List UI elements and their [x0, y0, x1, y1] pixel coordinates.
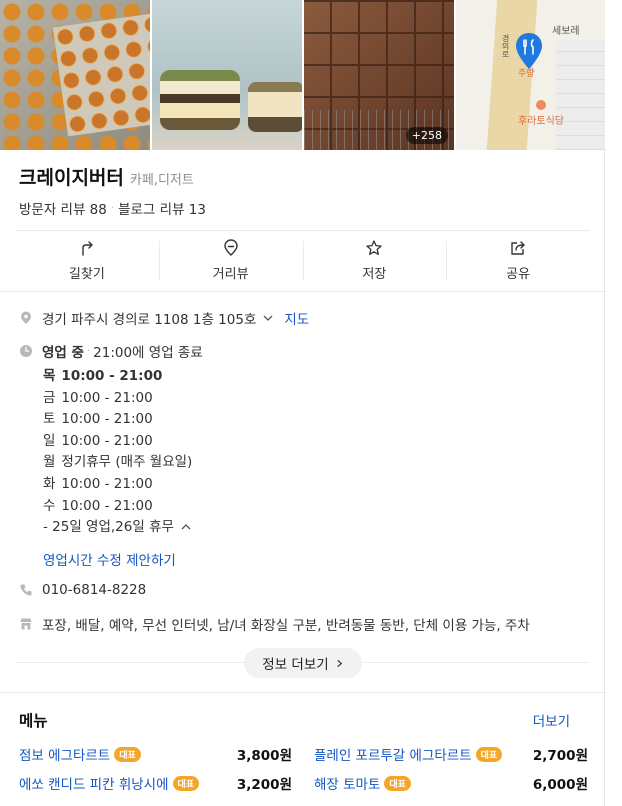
- hours-line: 수 10:00 - 21:00: [43, 496, 192, 518]
- address-text: 경기 파주시 경의로 1108 1층 105호: [42, 312, 257, 328]
- hours-day: 금: [43, 389, 56, 406]
- signature-badge: 대표: [172, 775, 200, 791]
- section-divider: [0, 692, 605, 693]
- blog-reviews-link[interactable]: 블로그 리뷰 13: [118, 198, 206, 218]
- menu-item-price: 6,000원: [532, 777, 588, 793]
- menu-item[interactable]: 에쏘 캔디드 피칸 휘낭시에 대표: [19, 773, 200, 793]
- phone-icon: [20, 584, 32, 596]
- hours-line: 월 정기휴무 (매주 월요일): [43, 452, 192, 474]
- amenities-row: 포장, 배달, 예약, 무선 인터넷, 남/녀 화장실 구분, 반려동물 동반,…: [19, 614, 530, 634]
- hours-time: 정기휴무 (매주 월요일): [61, 454, 193, 471]
- action-label: 공유: [506, 267, 531, 282]
- more-info-button[interactable]: 정보 더보기: [244, 648, 362, 678]
- save-button[interactable]: 저장: [302, 231, 447, 290]
- hours-note[interactable]: - 25일 영업,26일 휴무: [43, 517, 192, 539]
- menu-more-link[interactable]: 더보기: [533, 710, 570, 730]
- menu-item[interactable]: 플레인 포르투갈 에그타르트 대표: [314, 744, 503, 764]
- hours-time: 10:00 - 21:00: [61, 389, 153, 406]
- hours-day: 화: [43, 475, 56, 492]
- hours-list: 목 10:00 - 21:00 금 10:00 - 21:00 토 10:00 - 2…: [43, 366, 192, 539]
- hours-time: 10:00 - 21:00: [61, 432, 153, 449]
- place-name: 크레이지버터: [19, 167, 124, 189]
- star-icon: [366, 240, 383, 255]
- place-panel: +258 세보레 주량 후라토식당 경의로 크레이지버터 카페,디저트 방문자 …: [0, 0, 605, 806]
- menu-item-name: 플레인 포르투갈 에그타르트: [314, 748, 472, 764]
- phone-number: 010-6814-8228: [42, 582, 147, 598]
- place-category: 카페,디저트: [129, 173, 194, 188]
- separator-dot: ·: [86, 345, 91, 357]
- restaurant-marker-icon: [536, 100, 546, 110]
- open-status: 영업 중: [42, 345, 84, 361]
- map-label: 세보레: [552, 26, 580, 37]
- signature-badge: 대표: [384, 775, 411, 791]
- chevron-down-icon[interactable]: [261, 312, 275, 324]
- hours-line: 목 10:00 - 21:00: [43, 366, 192, 388]
- close-info: 21:00에 영업 종료: [93, 345, 203, 361]
- title-row: 크레이지버터 카페,디저트: [19, 163, 194, 190]
- phone-row[interactable]: 010-6814-8228: [19, 582, 146, 598]
- menu-item[interactable]: 점보 에그타르트 대표: [19, 744, 141, 764]
- hours-line: 금 10:00 - 21:00: [43, 388, 192, 410]
- visitor-reviews-link[interactable]: 방문자 리뷰 88: [19, 198, 107, 218]
- amenities-text: 포장, 배달, 예약, 무선 인터넷, 남/녀 화장실 구분, 반려동물 동반,…: [42, 618, 530, 634]
- section-divider: [0, 291, 605, 292]
- directions-button[interactable]: 길찾기: [15, 231, 159, 290]
- map-label: 후라토식당: [518, 116, 564, 127]
- hours-day: 토: [43, 411, 56, 428]
- street-view-icon: [223, 239, 238, 256]
- hours-time: 10:00 - 21:00: [61, 497, 153, 514]
- menu-title: 메뉴: [19, 712, 48, 730]
- separator-dot: ·: [110, 202, 115, 214]
- map-pin-icon: [516, 33, 542, 69]
- section-divider: [362, 662, 590, 663]
- mini-map[interactable]: 세보레 주량 후라토식당 경의로: [456, 0, 605, 150]
- chevron-right-icon: [337, 659, 342, 667]
- menu-item-price: 3,200원: [236, 777, 292, 793]
- hours-time: 10:00 - 21:00: [61, 475, 153, 492]
- action-label: 저장: [362, 267, 387, 282]
- action-bar: 길찾기 거리뷰 저장 공유: [15, 230, 590, 290]
- menu-item-name: 해장 토마토: [314, 777, 381, 793]
- photo-brownies[interactable]: +258: [304, 0, 454, 150]
- hours-line: 토 10:00 - 21:00: [43, 409, 192, 431]
- store-icon: [20, 618, 32, 630]
- signature-badge: 대표: [114, 746, 141, 762]
- hours-line: 화 10:00 - 21:00: [43, 474, 192, 496]
- section-divider: [15, 662, 244, 663]
- street-view-button[interactable]: 거리뷰: [158, 231, 303, 290]
- hours-day: 수: [43, 497, 56, 514]
- hours-day: 일: [43, 432, 56, 449]
- edit-hours-link[interactable]: 영업시간 수정 제안하기: [43, 549, 176, 569]
- map-link[interactable]: 지도: [284, 308, 309, 328]
- more-info-label: 정보 더보기: [262, 657, 329, 673]
- hours-time: 10:00 - 21:00: [61, 411, 153, 428]
- action-label: 길찾기: [68, 267, 105, 282]
- menu-item[interactable]: 해장 토마토 대표: [314, 773, 411, 793]
- location-pin-icon: [21, 311, 31, 324]
- hours-status-row[interactable]: 영업 중 · 21:00에 영업 종료: [19, 341, 203, 361]
- hours-line: 일 10:00 - 21:00: [43, 431, 192, 453]
- photo-count-badge: +258: [405, 127, 448, 144]
- action-label: 거리뷰: [212, 267, 249, 282]
- menu-item-name: 점보 에그타르트: [19, 748, 111, 764]
- hours-time: 10:00 - 21:00: [61, 368, 163, 384]
- hours-day: 월: [43, 454, 56, 471]
- photo-cakes[interactable]: [152, 0, 302, 150]
- photo-strip: +258 세보레 주량 후라토식당 경의로: [0, 0, 605, 150]
- directions-icon: [82, 241, 93, 256]
- map-label: 경의로: [501, 34, 510, 58]
- address-row: 경기 파주시 경의로 1108 1층 105호 지도: [19, 308, 309, 328]
- share-button[interactable]: 공유: [446, 231, 590, 290]
- hours-note-text: - 25일 영업,26일 휴무: [43, 519, 174, 536]
- review-summary: 방문자 리뷰 88 · 블로그 리뷰 13: [19, 198, 206, 218]
- chevron-up-icon[interactable]: [180, 521, 192, 533]
- menu-item-name: 에쏘 캔디드 피칸 휘낭시에: [19, 777, 169, 793]
- share-icon: [511, 241, 525, 255]
- menu-item-price: 3,800원: [236, 748, 292, 764]
- clock-icon: [20, 345, 32, 357]
- menu-item-price: 2,700원: [532, 748, 588, 764]
- photo-egg-tarts[interactable]: [0, 0, 150, 150]
- hours-day: 목: [43, 368, 56, 384]
